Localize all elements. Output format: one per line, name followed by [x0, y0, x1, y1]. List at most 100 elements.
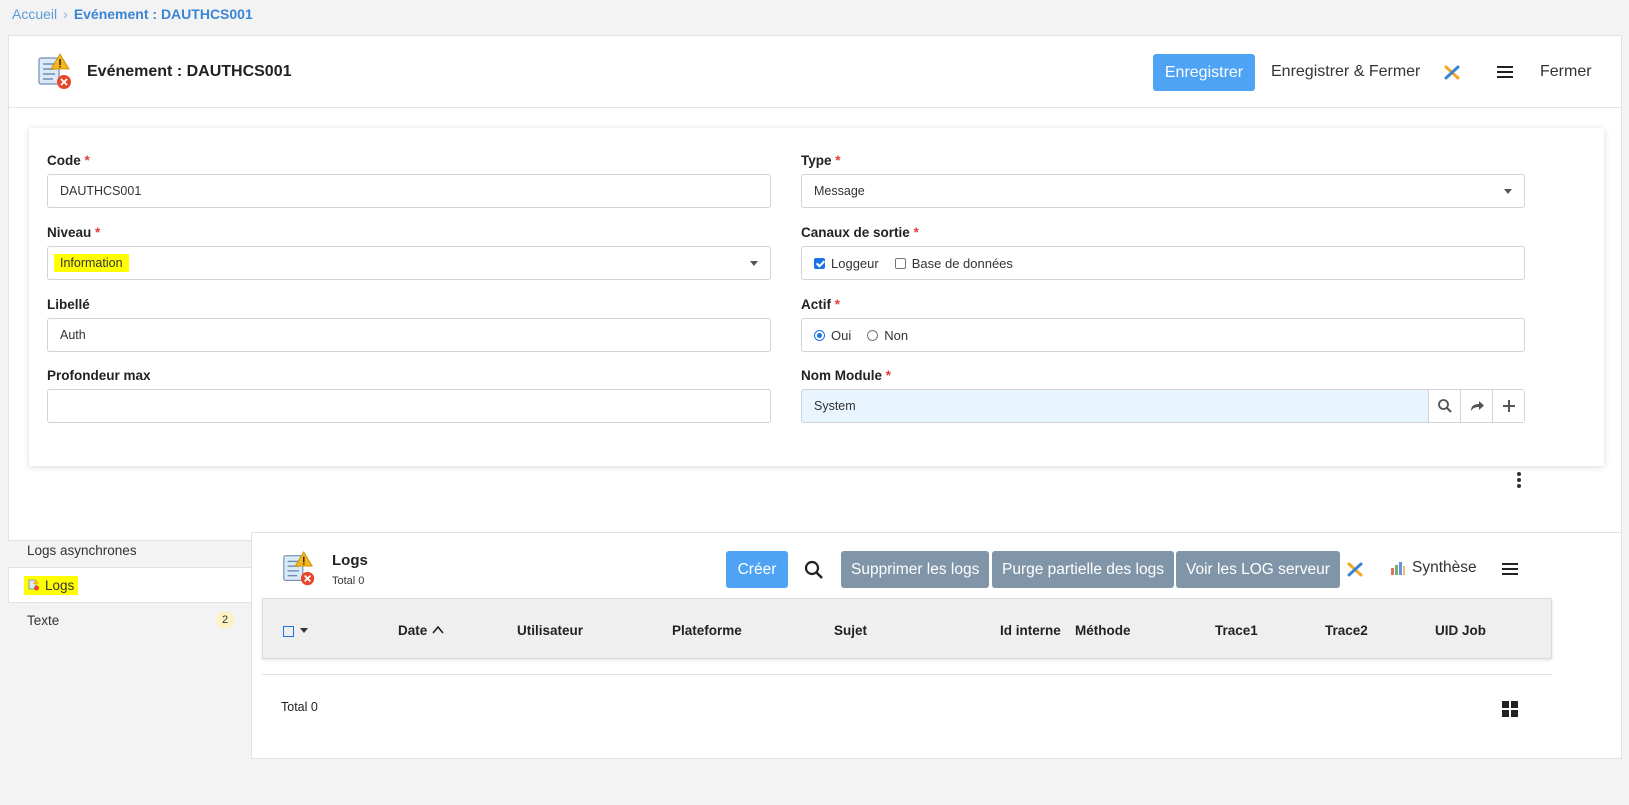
logs-total: Total 0: [332, 575, 365, 587]
form-header: Evénement : DAUTHCS001 Enregistrer Enreg…: [9, 36, 1621, 108]
tab-label: Texte: [27, 612, 60, 628]
profondeur-label-text: Profondeur max: [47, 368, 151, 383]
open-link-icon[interactable]: [1460, 390, 1492, 422]
type-value: Message: [814, 184, 865, 198]
side-tabs: Logs asynchrones Logs Texte 2: [8, 532, 252, 642]
radio-selected-icon[interactable]: [814, 329, 825, 341]
code-value: DAUTHCS001: [60, 184, 142, 198]
server-logs-button[interactable]: Voir les LOG serveur: [1176, 551, 1340, 588]
column-label: Date: [398, 623, 428, 638]
column-header-uid-job[interactable]: UID Job: [1435, 623, 1486, 638]
module-lookup-field[interactable]: System: [801, 389, 1525, 423]
type-label-text: Type: [801, 153, 832, 168]
close-button[interactable]: Fermer: [1540, 63, 1592, 81]
base-de-donnees-label: Base de données: [911, 255, 1013, 271]
oui-radio[interactable]: Oui: [814, 328, 851, 343]
logs-grid-header: Date Utilisateur Plateforme Sujet Id int…: [262, 598, 1552, 659]
grid-footer-total: Total 0: [281, 700, 318, 714]
type-label: Type *: [801, 153, 841, 168]
chevron-down-icon: [750, 261, 758, 266]
code-label: Code *: [47, 153, 90, 168]
logs-title: Logs: [332, 552, 368, 569]
divider: [262, 674, 1552, 675]
base-de-donnees-checkbox[interactable]: Base de données: [894, 255, 1013, 271]
tab-logs-asynchrones[interactable]: Logs asynchrones: [8, 532, 252, 568]
delete-logs-button[interactable]: Supprimer les logs: [841, 551, 990, 588]
logs-tab-icon: [28, 579, 39, 591]
chevron-down-icon[interactable]: [300, 628, 308, 633]
column-header-methode[interactable]: Méthode: [1075, 623, 1131, 638]
tab-texte[interactable]: Texte 2: [8, 602, 252, 638]
column-header-trace1[interactable]: Trace1: [1215, 623, 1258, 638]
synthese-button[interactable]: Synthèse: [1390, 559, 1477, 577]
chevron-down-icon: [1504, 189, 1512, 194]
column-header-sujet[interactable]: Sujet: [834, 623, 867, 638]
column-header-utilisateur[interactable]: Utilisateur: [517, 623, 583, 638]
hamburger-menu-icon[interactable]: [1495, 62, 1515, 82]
required-marker: *: [913, 225, 919, 240]
libelle-label-text: Libellé: [47, 297, 90, 312]
module-label: Nom Module *: [801, 368, 891, 383]
column-header-date[interactable]: Date: [398, 623, 444, 638]
required-marker: *: [835, 153, 841, 168]
loggeur-checkbox[interactable]: Loggeur: [814, 256, 879, 271]
canaux-field: Loggeur Base de données: [801, 246, 1525, 280]
non-label: Non: [884, 327, 909, 343]
required-marker: *: [834, 297, 841, 312]
actif-label-text: Actif: [801, 297, 831, 312]
type-select[interactable]: Message: [801, 174, 1525, 208]
checkbox-checked-icon[interactable]: [814, 257, 825, 269]
canaux-label: Canaux de sortie *: [801, 225, 919, 240]
save-button[interactable]: Enregistrer: [1153, 54, 1255, 91]
purge-logs-button[interactable]: Purge partielle des logs: [992, 551, 1174, 588]
tab-label: Logs asynchrones: [27, 542, 137, 558]
logs-panel: Logs Total 0 Créer Supprimer les logs Pu…: [251, 532, 1622, 759]
niveau-select[interactable]: Information: [47, 246, 771, 280]
actif-label: Actif *: [801, 297, 840, 312]
libelle-value: Auth: [60, 328, 86, 342]
code-label-text: Code: [47, 153, 81, 168]
loggeur-label: Loggeur: [831, 255, 879, 271]
tab-label: Logs: [45, 577, 75, 593]
breadcrumb: Accueil › Evénement : DAUTHCS001: [12, 4, 253, 24]
fields-panel: Code * DAUTHCS001 Type * Message Niveau …: [29, 128, 1604, 466]
save-and-close-button[interactable]: Enregistrer & Fermer: [1271, 63, 1420, 81]
libelle-label: Libellé: [47, 297, 90, 312]
select-all-checkbox[interactable]: [283, 626, 294, 637]
create-button[interactable]: Créer: [726, 551, 788, 588]
hamburger-menu-icon[interactable]: [1500, 559, 1520, 579]
radio-icon[interactable]: [867, 329, 879, 341]
niveau-value: Information: [54, 254, 129, 272]
logs-warning-icon: [283, 551, 315, 586]
column-header-plateforme[interactable]: Plateforme: [672, 623, 742, 638]
canaux-label-text: Canaux de sortie: [801, 225, 910, 240]
page-title: Evénement : DAUTHCS001: [87, 63, 292, 80]
breadcrumb-home-link[interactable]: Accueil: [12, 6, 57, 22]
profondeur-label: Profondeur max: [47, 368, 151, 383]
breadcrumb-current: Evénement : DAUTHCS001: [73, 6, 253, 22]
cancel-x-icon[interactable]: [1442, 62, 1462, 82]
oui-label: Oui: [831, 327, 852, 343]
module-label-text: Nom Module: [801, 368, 882, 383]
column-header-trace2[interactable]: Trace2: [1325, 623, 1368, 638]
module-value: System: [814, 399, 856, 413]
more-options-icon[interactable]: [1513, 470, 1525, 490]
synthese-label: Synthèse: [1412, 559, 1477, 576]
column-header-id-interne[interactable]: Id interne: [1000, 623, 1061, 638]
cancel-x-icon[interactable]: [1345, 559, 1365, 579]
grid-view-icon[interactable]: [1502, 701, 1518, 717]
tab-logs[interactable]: Logs: [8, 567, 252, 603]
code-field[interactable]: DAUTHCS001: [47, 174, 771, 208]
search-icon[interactable]: [803, 559, 825, 581]
libelle-field[interactable]: Auth: [47, 318, 771, 352]
non-radio[interactable]: Non: [867, 328, 908, 343]
tab-logs-highlight: Logs: [24, 575, 79, 595]
search-icon[interactable]: [1428, 390, 1460, 422]
checkbox-icon[interactable]: [894, 257, 906, 269]
add-icon[interactable]: [1492, 390, 1524, 422]
profondeur-field[interactable]: [47, 389, 771, 423]
actif-field: Oui Non: [801, 318, 1525, 352]
required-marker: *: [95, 225, 101, 240]
count-badge: 2: [216, 611, 234, 629]
niveau-label: Niveau *: [47, 225, 100, 240]
